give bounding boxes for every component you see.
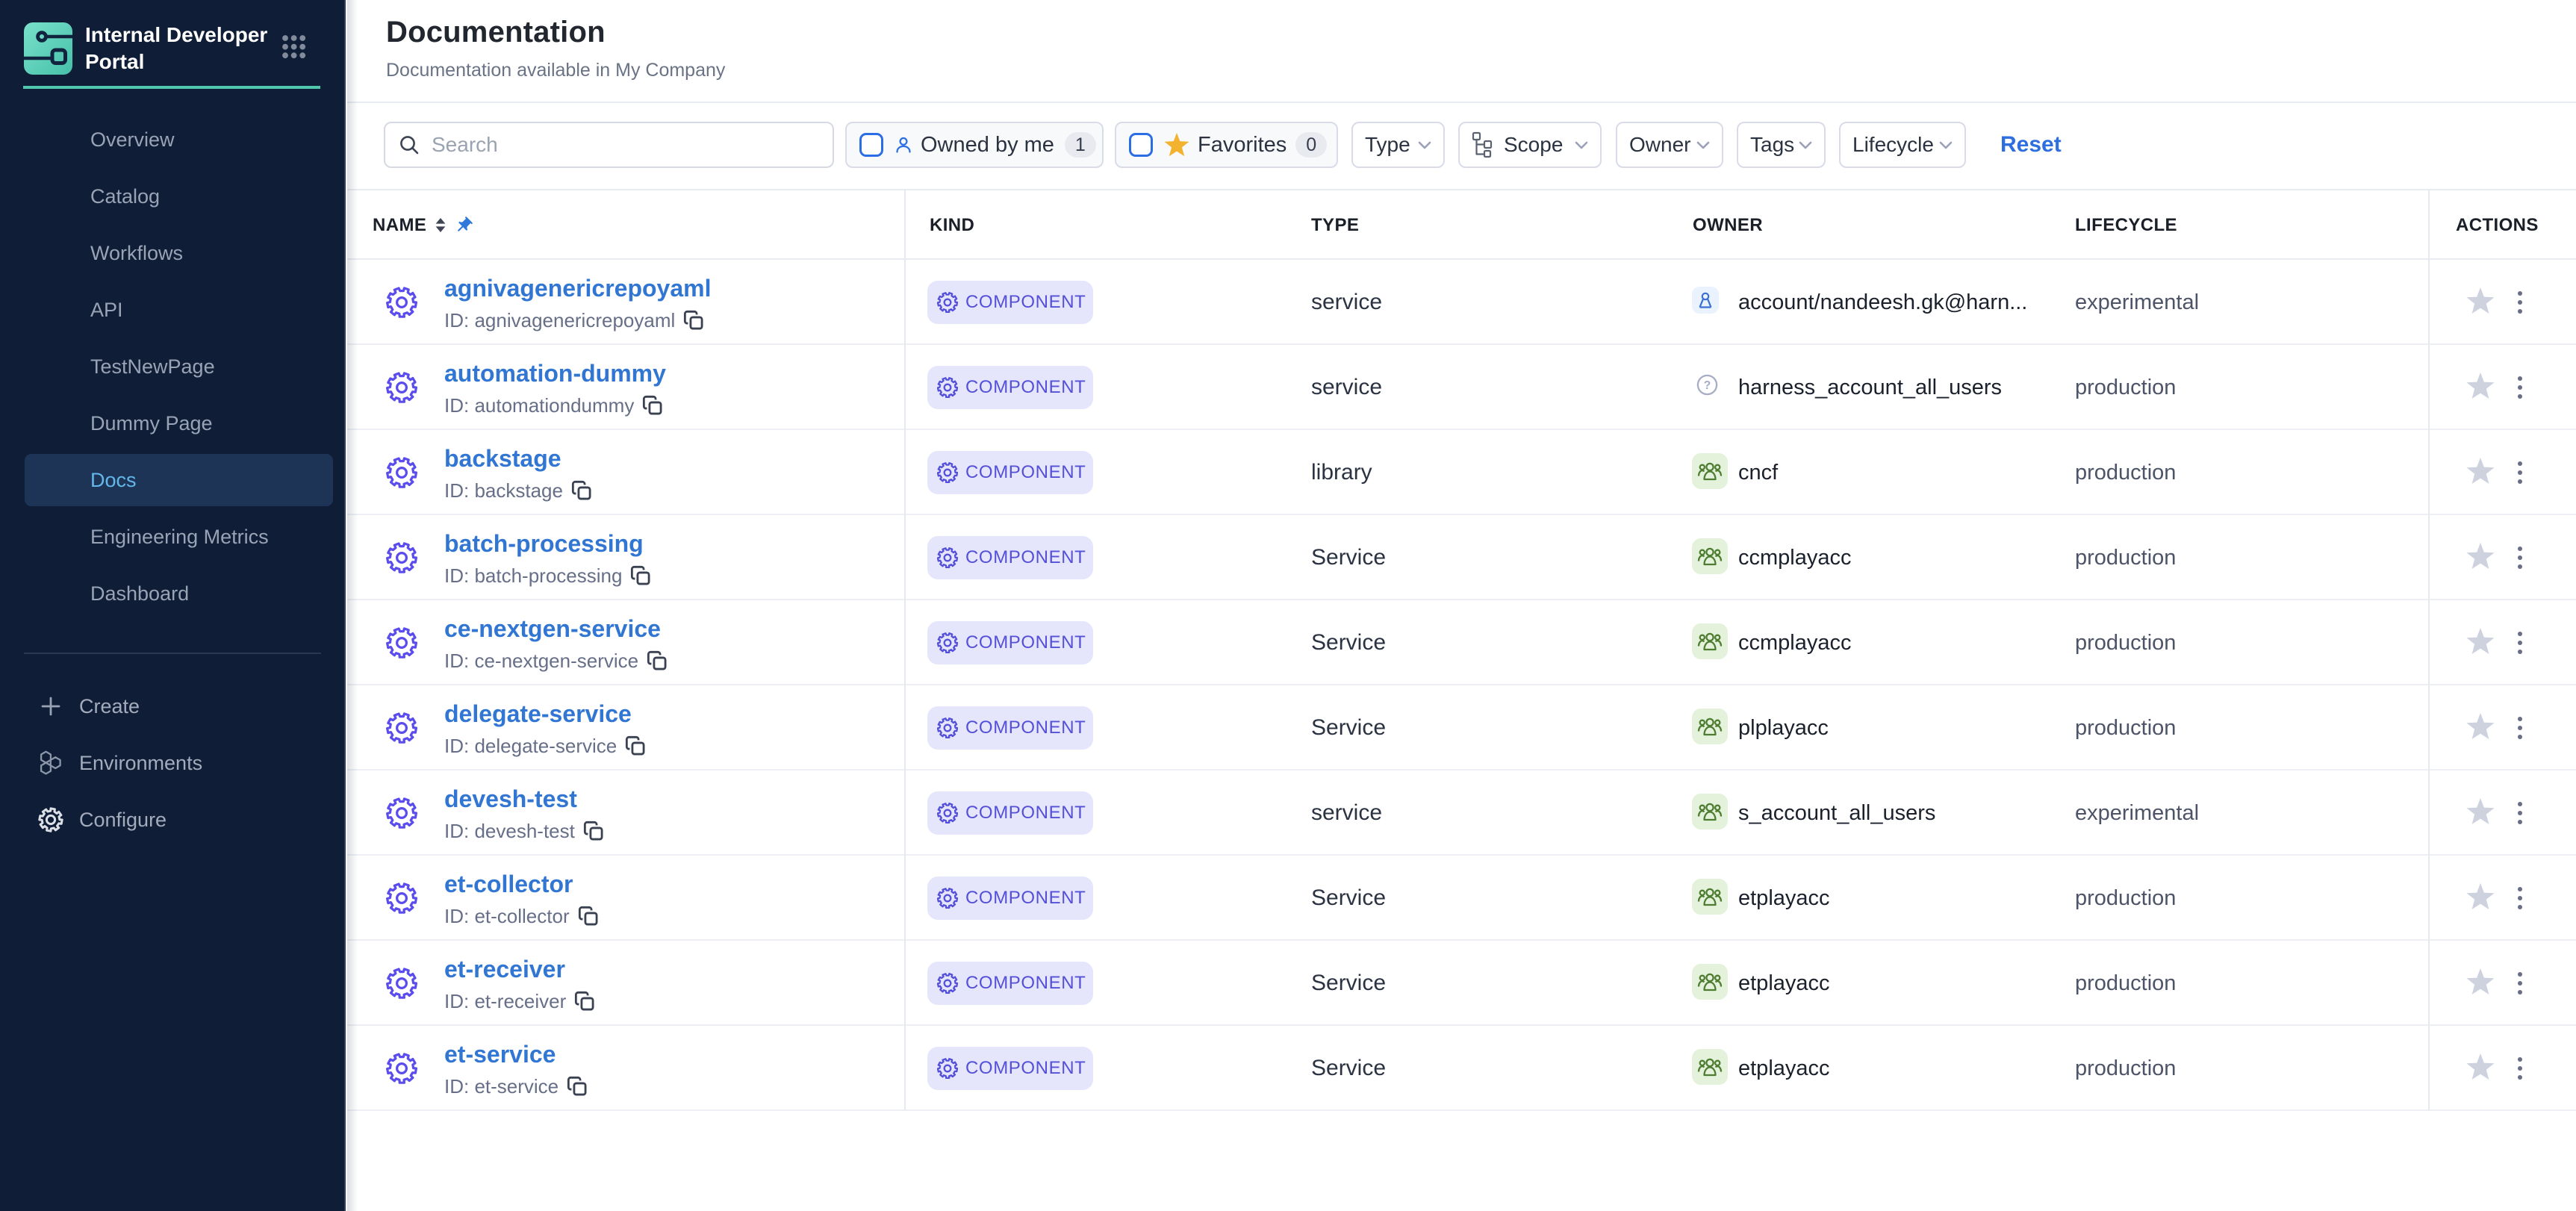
svg-text:?: ?: [1704, 379, 1711, 392]
